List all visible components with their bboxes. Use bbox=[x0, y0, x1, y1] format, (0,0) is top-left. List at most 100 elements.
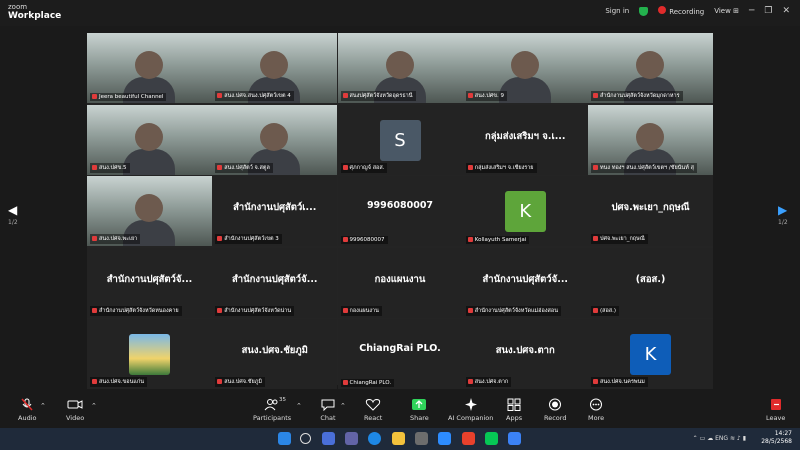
avatar: K bbox=[630, 334, 671, 375]
participant-display-name: สำนักงานปศุสัตว์เ... bbox=[233, 202, 317, 213]
participant-tile[interactable]: สำนักงานปศุสัตว์เ... สำนักงานปศุสัตว์เขต … bbox=[212, 176, 338, 246]
zoom-taskbar-icon[interactable] bbox=[438, 432, 451, 445]
participant-tile[interactable]: S ศุภกาญจ์ สอส. bbox=[337, 104, 463, 175]
participant-name-label: สนง.ปศข.5 bbox=[90, 162, 130, 173]
mic-muted-icon bbox=[92, 307, 97, 313]
participant-tile[interactable]: กองแผนงาน กองแผนงาน bbox=[337, 247, 463, 318]
participant-display-name: 9996080007 bbox=[366, 200, 434, 211]
participant-tile[interactable]: สนง.ปศจ.พะเยา bbox=[87, 176, 212, 246]
participant-tile[interactable]: สนง.ปศจ.สนง.ปศุสัตว์เขต 4 bbox=[212, 33, 338, 103]
participant-tile[interactable]: กลุ่มส่งเสริมฯ จ.เ... กลุ่มส่งเสริมฯ จ.เช… bbox=[462, 104, 588, 175]
participant-tile[interactable]: สนง.ปศข. 9 bbox=[462, 33, 588, 103]
more-button[interactable]: More bbox=[588, 398, 604, 422]
participant-tile[interactable]: สำนักงานปศุสัตว์จังหวัดมุกดาหาร bbox=[588, 33, 713, 103]
video-button[interactable]: Video bbox=[66, 398, 84, 422]
participant-display-name: สำนักงานปศุสัตว์จั... bbox=[106, 273, 193, 285]
participant-tile[interactable]: สนง.ปศจ.ขอนแก่น bbox=[87, 319, 212, 389]
apps-label: Apps bbox=[506, 414, 523, 422]
react-button[interactable]: React bbox=[364, 398, 382, 422]
chat-chevron-icon[interactable]: ⌃ bbox=[340, 402, 346, 410]
participant-tile[interactable]: สำนักงานปศุสัตว์จั... สำนักงานปศุสัตว์จัง… bbox=[87, 247, 212, 318]
participant-name-label: สนง.ปศจ.นครพนม bbox=[591, 377, 648, 387]
leave-button[interactable]: Leave bbox=[766, 398, 785, 422]
participant-tile[interactable]: ChiangRai PLO. ChiangRai PLO. bbox=[337, 319, 463, 389]
chevron-up-icon[interactable]: ⌃ bbox=[693, 435, 698, 442]
close-icon[interactable]: ✕ bbox=[782, 6, 790, 16]
apps-button[interactable]: Apps bbox=[506, 398, 522, 422]
media-player-icon[interactable] bbox=[415, 432, 428, 445]
share-label: Share bbox=[410, 414, 429, 422]
record-icon bbox=[549, 398, 562, 411]
mic-muted-icon bbox=[92, 236, 97, 241]
speaker-icon[interactable]: ♪ bbox=[737, 435, 741, 442]
audio-options-chevron-icon[interactable]: ⌃ bbox=[40, 402, 46, 410]
system-tray[interactable]: ⌃ ▭ ☁ ENG ≋ ♪ ▮ bbox=[693, 435, 746, 442]
participant-tile[interactable]: 9996080007 9996080007 bbox=[337, 176, 463, 246]
person-silhouette bbox=[636, 122, 664, 151]
teams-icon[interactable] bbox=[345, 432, 358, 445]
sign-in-button[interactable]: Sign in bbox=[605, 7, 629, 15]
network-drive-icon[interactable]: ▭ bbox=[700, 435, 706, 442]
person-silhouette bbox=[260, 51, 289, 79]
ai-companion-button[interactable]: AI Companion bbox=[448, 398, 493, 422]
participant-tile[interactable]: สนง.ปศจ.ชัยภูมิ สนง.ปศจ.ชัยภูมิ bbox=[212, 319, 338, 389]
participant-display-name: สนง.ปศจ.ตาก bbox=[495, 345, 555, 356]
participant-tile[interactable]: ทนง ทองฯ สนง.ปศุสัตว์เขตฯ /ชัยนันท์ สุ bbox=[588, 104, 713, 175]
language-indicator[interactable]: ENG bbox=[715, 435, 728, 442]
wifi-icon[interactable]: ≋ bbox=[730, 435, 735, 442]
audio-button[interactable]: Audio bbox=[18, 398, 36, 422]
cloud-icon[interactable]: ☁ bbox=[707, 435, 713, 442]
search-icon[interactable] bbox=[300, 433, 311, 444]
record-button[interactable]: Record bbox=[544, 398, 566, 422]
logo-bottom: Workplace bbox=[8, 11, 62, 21]
security-shield-icon[interactable] bbox=[639, 6, 649, 16]
participant-tile[interactable]: สำนักงานปศุสัตว์จั... สำนักงานปศุสัตว์จัง… bbox=[212, 247, 338, 318]
participants-chevron-icon[interactable]: ⌃ bbox=[296, 402, 302, 410]
previous-page-button[interactable]: ◀ 1/2 bbox=[8, 203, 18, 226]
powerpoint-icon[interactable] bbox=[462, 432, 475, 445]
participant-tile[interactable]: สนง.ปศุสัตว์ จ.สตูล bbox=[212, 104, 338, 175]
mic-muted-icon bbox=[467, 307, 473, 313]
edge-browser-icon[interactable] bbox=[368, 432, 381, 445]
zoom-workplace-logo: zoom Workplace bbox=[8, 3, 61, 21]
person-silhouette bbox=[510, 51, 539, 79]
copilot-icon[interactable] bbox=[322, 432, 335, 445]
windows-start-icon[interactable] bbox=[278, 432, 291, 445]
battery-icon[interactable]: ▮ bbox=[743, 435, 746, 442]
participant-tile[interactable]: (สอส.) (สอส.) bbox=[588, 247, 713, 318]
chat-button[interactable]: Chat bbox=[320, 398, 336, 422]
participant-name-label: สำนักงานปศุสัตว์จังหวัดหนองคาย bbox=[90, 305, 182, 316]
participant-name-text: สำนักงานปศุสัตว์จังหวัดหนองคาย bbox=[99, 307, 179, 314]
chevron-left-icon: ◀ bbox=[8, 203, 18, 217]
participant-tile[interactable]: K สนง.ปศจ.นครพนม bbox=[588, 319, 713, 389]
view-button[interactable]: View ⊞ bbox=[714, 7, 739, 15]
maximize-icon[interactable]: ❐ bbox=[764, 6, 772, 16]
participant-tile[interactable]: Jeera beautiful Channel bbox=[87, 33, 212, 103]
page-indicator-right: 1/2 bbox=[778, 219, 788, 226]
video-options-chevron-icon[interactable]: ⌃ bbox=[91, 402, 97, 410]
next-page-button[interactable]: ▶ 1/2 bbox=[778, 203, 788, 226]
participant-tile[interactable]: สนงปศุสัตว์จังหวัดอุดรธานี bbox=[337, 33, 463, 103]
messenger-icon[interactable] bbox=[508, 432, 521, 445]
grid-view-icon: ⊞ bbox=[733, 7, 739, 15]
clock[interactable]: 14:27 28/5/2568 bbox=[761, 430, 792, 446]
participant-tile[interactable]: ปศจ.พะเยา_กฤษณี ปศจ.พะเยา_กฤษณี bbox=[588, 176, 713, 246]
participant-name-text: สำนักงานปศุสัตว์เขต 3 bbox=[224, 236, 279, 242]
participant-display-name: กลุ่มส่งเสริมฯ จ.เ... bbox=[484, 130, 566, 142]
mic-muted-icon bbox=[342, 307, 348, 313]
line-app-icon[interactable] bbox=[485, 432, 498, 445]
participant-tile[interactable]: สนง.ปศข.5 bbox=[87, 104, 212, 175]
participant-tile[interactable]: K Kollayuth Samerjai bbox=[462, 176, 588, 246]
mic-muted-icon bbox=[217, 379, 223, 384]
avatar: K bbox=[504, 191, 546, 232]
participant-name-label: Jeera beautiful Channel bbox=[90, 93, 167, 101]
share-button[interactable]: Share bbox=[410, 398, 429, 422]
file-explorer-icon[interactable] bbox=[392, 432, 405, 445]
microphone-muted-icon bbox=[21, 398, 33, 411]
participant-name-label: กองแผนงาน bbox=[340, 305, 382, 316]
mic-muted-icon bbox=[217, 164, 223, 170]
minimize-icon[interactable]: ─ bbox=[749, 6, 754, 16]
participant-tile[interactable]: สำนักงานปศุสัตว์จั... สำนักงานปศุสัตว์จัง… bbox=[462, 247, 588, 318]
participant-tile[interactable]: สนง.ปศจ.ตาก สนง.ปศจ.ตาก bbox=[462, 319, 588, 389]
recording-indicator[interactable]: Recording bbox=[658, 6, 704, 16]
